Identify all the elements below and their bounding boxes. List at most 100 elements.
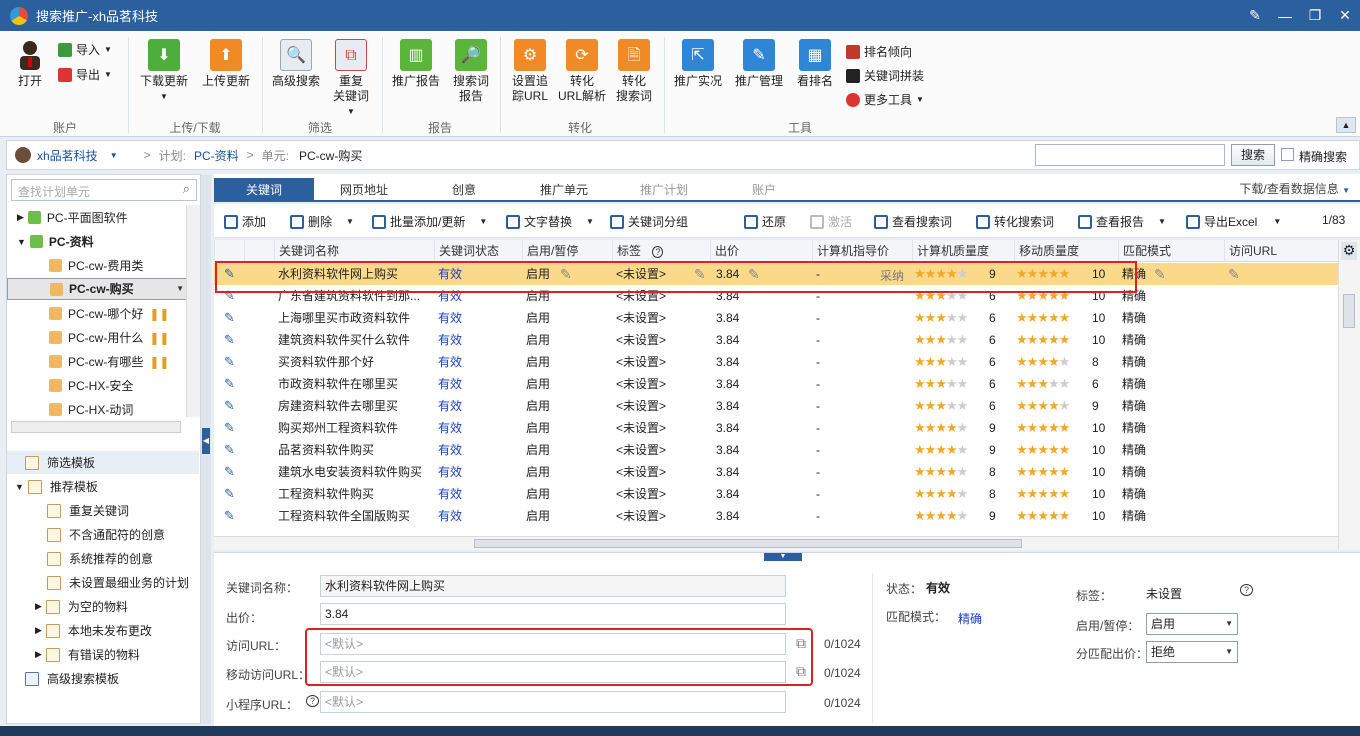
keyword-cell[interactable]: 上海哪里买市政资料软件	[274, 307, 434, 329]
keyword-cell[interactable]: 品茗资料软件购买	[274, 439, 434, 461]
guide-price-cell[interactable]: -	[812, 505, 912, 527]
template-item[interactable]: ▶ 为空的物料	[7, 595, 199, 618]
table-row[interactable]: ✎ 工程资料软件购买 有效 启用 <未设置> 3.84- 精确 ★★★★★ 8 ★★★★★ 10	[214, 483, 1338, 505]
header-guide-price[interactable]: 计算机指导价	[812, 240, 912, 262]
edit-pencil-icon[interactable]: ✎	[224, 399, 236, 412]
edit-pencil-icon[interactable]: ✎	[224, 421, 236, 434]
tree-item-unit[interactable]: PC-HX-动词	[7, 398, 189, 421]
edit-window-icon[interactable]: ✎	[1240, 0, 1270, 31]
global-search-input[interactable]	[1035, 144, 1225, 166]
bid-cell[interactable]: 3.84	[712, 395, 812, 417]
download-update-button[interactable]: ⬇ 下载更新 ▼	[136, 39, 192, 104]
tree-item-unit[interactable]: PC-cw-有哪些 ❚❚	[7, 350, 189, 373]
status-cell[interactable]: 有效	[434, 505, 522, 527]
enabled-cell[interactable]: 启用	[522, 307, 612, 329]
rank-trend-button[interactable]: 排名倾向	[846, 43, 912, 60]
guide-price-cell[interactable]: -	[812, 395, 912, 417]
tree-item-pc-resource[interactable]: ▼ PC-资料	[7, 230, 189, 253]
edit-match-icon[interactable]: ✎	[1154, 263, 1166, 285]
view-search-query-button[interactable]: 查看搜索词	[874, 213, 952, 230]
status-cell[interactable]: 有效	[434, 351, 522, 373]
keyword-cell[interactable]: 建筑资料软件买什么软件	[274, 329, 434, 351]
guide-price-cell[interactable]: -	[812, 483, 912, 505]
template-item[interactable]: ▶ 有错误的物料	[7, 643, 199, 666]
tag-cell[interactable]: <未设置>	[612, 505, 710, 527]
header-keyword[interactable]: 关键词名称	[274, 240, 434, 262]
text-replace-button[interactable]: 文字替换 ▼	[506, 213, 594, 230]
expand-arrow-icon[interactable]: ▶	[17, 212, 24, 223]
batch-add-button[interactable]: 批量添加/更新 ▼	[372, 213, 487, 230]
tracking-url-button[interactable]: ⚙ 设置追 踪URL	[506, 39, 554, 104]
split-bid-select[interactable]: 拒绝	[1146, 641, 1238, 663]
table-row[interactable]: ✎ 建筑水电安装资料软件购买 有效 启用 <未设置> 3.84- 精确 ★★★★★ 8 ★★★★★…	[214, 461, 1338, 483]
tree-vertical-scrollbar[interactable]	[186, 205, 200, 417]
delete-button[interactable]: 删除 ▼	[290, 213, 354, 230]
restore-button-toolbar[interactable]: 还原	[744, 213, 786, 230]
header-enabled[interactable]: 启用/暂停	[522, 240, 612, 262]
template-item[interactable]: 未设置最细业务的计划	[7, 571, 199, 594]
export-excel-button[interactable]: 导出Excel ▼	[1186, 213, 1281, 230]
keyword-cell[interactable]: 市政资料软件在哪里买	[274, 373, 434, 395]
match-cell[interactable]: 精确	[1118, 373, 1224, 395]
expand-arrow-icon[interactable]: ▶	[35, 625, 42, 636]
collapse-left-icon[interactable]: ◀	[202, 428, 210, 454]
edit-pencil-icon[interactable]: ✎	[224, 311, 236, 324]
convert-search-query-button[interactable]: 🗎 转化 搜索词	[610, 39, 658, 104]
tab-keyword[interactable]: 关键词	[214, 178, 314, 202]
enabled-cell[interactable]: 启用	[522, 461, 612, 483]
table-row[interactable]: ✎ 工程资料软件全国版购买 有效 启用 <未设置> 3.84- 精确 ★★★★★ 9 ★★★★★ 1…	[214, 505, 1338, 527]
bid-cell[interactable]: 3.84	[712, 351, 812, 373]
plan-link[interactable]: PC-资料	[194, 147, 239, 164]
header-bid[interactable]: 出价	[710, 240, 812, 262]
exact-search-checkbox[interactable]	[1281, 148, 1294, 161]
view-rank-button[interactable]: ▦ 看排名	[794, 39, 836, 89]
edit-pencil-icon[interactable]: ✎	[224, 509, 236, 522]
bid-cell[interactable]: 3.84	[712, 483, 812, 505]
keyword-name-field[interactable]: 水利资料软件网上购买	[320, 575, 786, 597]
status-cell[interactable]: 有效	[434, 395, 522, 417]
tag-cell[interactable]: <未设置>	[612, 395, 710, 417]
bid-cell[interactable]: 3.84	[712, 439, 812, 461]
bid-cell[interactable]: 3.84	[712, 329, 812, 351]
tag-cell[interactable]: <未设置>	[612, 461, 710, 483]
tag-cell[interactable]: <未设置>	[612, 417, 710, 439]
recommend-template-header[interactable]: ▼ 推荐模板	[7, 475, 199, 498]
scroll-thumb[interactable]	[1343, 294, 1355, 328]
search-button[interactable]: 搜索	[1231, 144, 1275, 166]
download-view-data[interactable]: 下载/查看数据信息 ▼	[1239, 180, 1350, 197]
keyword-cell[interactable]: 房建资料软件去哪里买	[274, 395, 434, 417]
guide-price-cell[interactable]: -	[812, 373, 912, 395]
table-row[interactable]: ✎ 市政资料软件在哪里买 有效 启用 <未设置> 3.84- 精确 ★★★★★ 6 ★★★★★ 6	[214, 373, 1338, 395]
match-value[interactable]: 精确	[958, 610, 982, 627]
template-item[interactable]: 不含通配符的创意	[7, 523, 199, 546]
bid-cell[interactable]: 3.84	[712, 373, 812, 395]
match-cell[interactable]: 精确	[1118, 505, 1224, 527]
bid-cell[interactable]: 3.84	[712, 417, 812, 439]
scroll-thumb[interactable]	[474, 539, 1022, 548]
tree-item-unit[interactable]: PC-HX-安全	[7, 374, 189, 397]
tree-item-pc-floorplan[interactable]: ▶ PC-平面图软件	[7, 206, 189, 229]
enabled-cell[interactable]: 启用	[522, 505, 612, 527]
plan-search-input[interactable]: 查找计划单元 ⌕	[11, 179, 197, 201]
advanced-search-template[interactable]: 高级搜索模板	[7, 667, 199, 690]
keyword-cell[interactable]: 购买郑州工程资料软件	[274, 417, 434, 439]
bid-cell[interactable]: 3.84	[712, 461, 812, 483]
status-cell[interactable]: 有效	[434, 307, 522, 329]
enabled-cell[interactable]: 启用	[522, 373, 612, 395]
tree-item-unit-selected[interactable]: PC-cw-购买	[7, 278, 189, 300]
table-row[interactable]: ✎ 品茗资料软件购买 有效 启用 <未设置> 3.84- 精确 ★★★★★ 9 ★★★★★ 10	[214, 439, 1338, 461]
keyword-cell[interactable]: 买资料软件那个好	[274, 351, 434, 373]
header-mobile-quality[interactable]: 移动质量度	[1014, 240, 1118, 262]
keyword-group-button[interactable]: 关键词分组	[610, 213, 688, 230]
bid-field[interactable]: 3.84	[320, 603, 786, 625]
open-button[interactable]: 打开	[8, 39, 52, 89]
edit-url-icon[interactable]: ✎	[1228, 263, 1240, 285]
column-settings-icon[interactable]: ⚙	[1341, 242, 1357, 260]
edit-pencil-icon[interactable]: ✎	[224, 377, 236, 390]
tag-cell[interactable]: <未设置>	[612, 329, 710, 351]
header-status[interactable]: 关键词状态	[434, 240, 522, 262]
guide-price-cell[interactable]: -	[812, 329, 912, 351]
match-cell[interactable]: 精确	[1118, 329, 1224, 351]
keyword-cell[interactable]: 建筑水电安装资料软件购买	[274, 461, 434, 483]
table-row[interactable]: ✎ 购买郑州工程资料软件 有效 启用 <未设置> 3.84- 精确 ★★★★★ 9 ★★★★★ 10	[214, 417, 1338, 439]
